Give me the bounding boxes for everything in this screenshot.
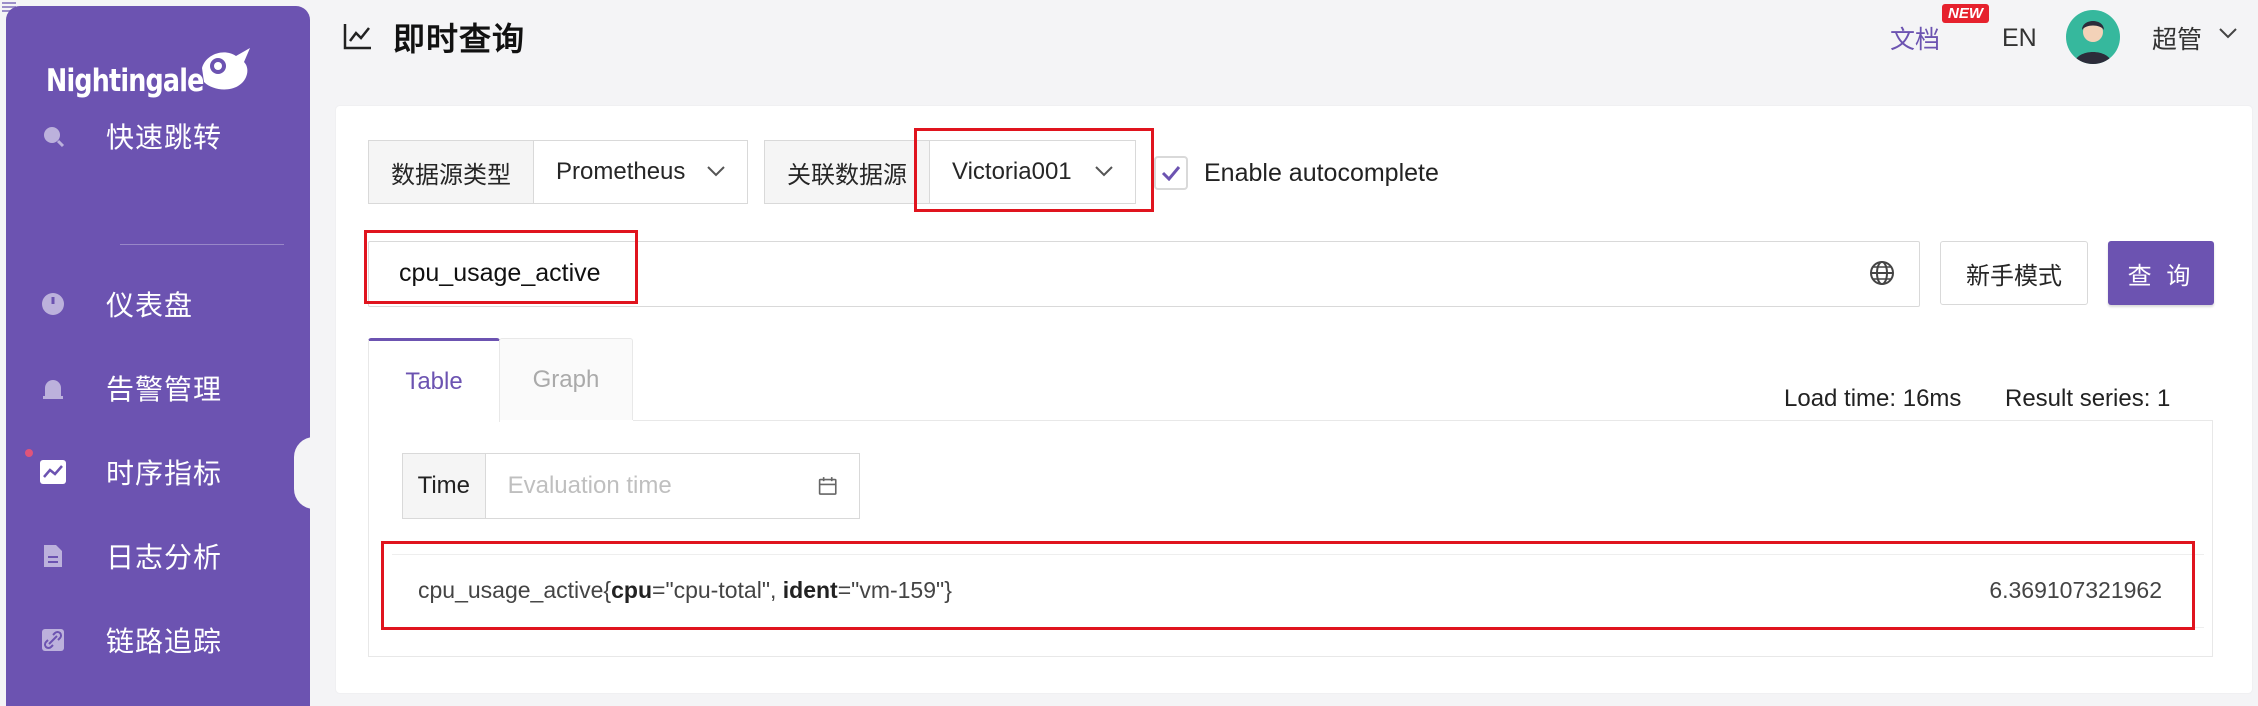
tab-table[interactable]: Table [368, 338, 500, 422]
query-input[interactable] [368, 241, 1920, 307]
logo-text: Nightingale [46, 63, 204, 99]
line-chart-icon [40, 459, 66, 485]
label-value: "vm-159" [851, 577, 945, 603]
docs-link[interactable]: 文档 [1890, 20, 1940, 56]
series-value: 6.369107321962 [1989, 577, 2162, 603]
sidebar-item-label: 时序指标 [106, 458, 223, 489]
chevron-down-icon[interactable] [2218, 26, 2238, 40]
document-icon [40, 543, 66, 569]
sidebar-item-label: 链路追踪 [106, 626, 223, 657]
active-indicator [294, 437, 314, 509]
new-badge: NEW [1942, 4, 1989, 23]
notification-dot [25, 449, 33, 457]
sidebar-item-quick-jump[interactable]: 快速跳转 [6, 106, 310, 166]
metric-name: cpu_usage_active [418, 577, 604, 603]
dashboard-icon [40, 291, 66, 317]
sidebar-item-alarms[interactable]: 告警管理 [6, 358, 310, 418]
alarm-icon [40, 375, 66, 401]
page-title: 即时查询 [393, 21, 526, 57]
label-key: cpu [611, 577, 652, 603]
sidebar-item-label: 日志分析 [106, 542, 223, 573]
sidebar-item-metrics[interactable]: 时序指标 [6, 442, 310, 502]
sidebar-item-dashboard[interactable]: 仪表盘 [6, 274, 310, 334]
sidebar-item-label: 仪表盘 [106, 290, 194, 321]
novice-mode-button[interactable]: 新手模式 [1940, 241, 2088, 305]
chevron-down-icon [1095, 166, 1113, 177]
calendar-icon[interactable] [818, 474, 837, 498]
globe-icon[interactable] [1868, 259, 1896, 287]
language-switch[interactable]: EN [2002, 24, 2037, 53]
checkmark-icon [1161, 166, 1181, 181]
sidebar-item-label: 快速跳转 [106, 122, 223, 153]
sidebar: Nightingale 快速跳转 仪表盘 告警管理 时序指标 日志分析 链路追踪 [6, 6, 310, 706]
datasource-label: 关联数据源 [765, 141, 930, 203]
search-icon [40, 123, 66, 149]
chevron-down-icon [707, 166, 725, 177]
series-labels: cpu_usage_active{cpu="cpu-total", ident=… [418, 577, 952, 603]
table-row: cpu_usage_active{cpu="cpu-total", ident=… [392, 554, 2204, 628]
line-chart-icon [343, 24, 371, 50]
datasource-type-label: 数据源类型 [369, 141, 534, 203]
query-text[interactable]: cpu_usage_active [399, 259, 601, 288]
sidebar-item-logs[interactable]: 日志分析 [6, 526, 310, 586]
user-name[interactable]: 超管 [2152, 20, 2202, 56]
evaluation-time-input[interactable] [485, 472, 818, 500]
nightingale-bird-icon [202, 48, 250, 90]
query-button[interactable]: 查 询 [2108, 241, 2214, 305]
autocomplete-checkbox[interactable] [1154, 156, 1188, 190]
autocomplete-label[interactable]: Enable autocomplete [1204, 159, 1439, 188]
sidebar-item-tracing[interactable]: 链路追踪 [6, 610, 310, 670]
load-time: Load time: 16ms [1784, 385, 1962, 412]
label-value: "cpu-total" [665, 577, 770, 603]
sidebar-divider [120, 244, 284, 245]
evaluation-time-picker[interactable]: Time [402, 453, 860, 519]
time-label: Time [403, 454, 486, 518]
result-series-count: Result series: 1 [2005, 385, 2171, 412]
datasource-type-select[interactable]: 数据源类型 Prometheus [368, 140, 748, 204]
tab-graph[interactable]: Graph [499, 338, 633, 420]
link-icon [40, 627, 66, 653]
sidebar-item-label: 告警管理 [106, 374, 223, 405]
datasource-select[interactable]: 关联数据源 Victoria001 [764, 140, 1136, 204]
avatar[interactable] [2066, 10, 2120, 64]
label-key: ident [782, 577, 838, 603]
